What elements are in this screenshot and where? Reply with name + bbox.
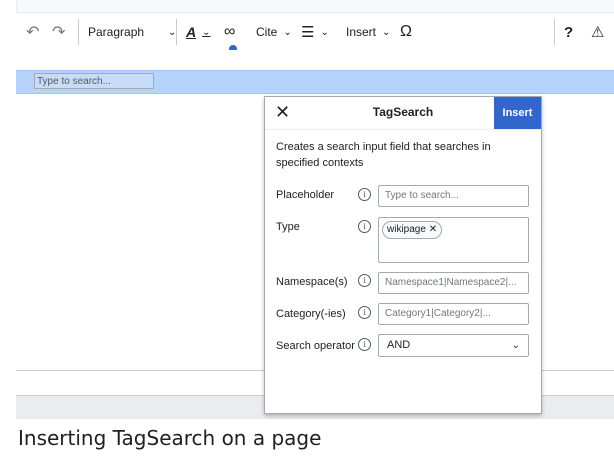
paragraph-dropdown[interactable]: Paragraph ⌄ (88, 13, 176, 51)
insert-label: Insert (346, 25, 377, 39)
chevron-down-icon: ⌄ (511, 340, 520, 351)
info-icon[interactable]: i (358, 220, 371, 233)
namespace-label: Namespace(s) (276, 276, 348, 288)
toolbar-divider (78, 19, 79, 45)
text-style-dropdown[interactable]: A ⌄ (186, 13, 211, 51)
selected-tagsearch-node[interactable]: Type to search... (16, 70, 614, 94)
type-tag[interactable]: wikipage ✕ (382, 221, 443, 239)
dialog-description: Creates a search input field that search… (276, 141, 491, 169)
category-label: Category(-ies) (276, 308, 346, 320)
insert-button[interactable]: Insert (494, 97, 541, 129)
help-icon[interactable]: ? (564, 13, 573, 51)
special-character-icon[interactable]: Ω (400, 13, 412, 51)
figure-caption: Inserting TagSearch on a page (18, 426, 322, 450)
paragraph-label: Paragraph (88, 25, 145, 39)
inline-search-input-preview: Type to search... (34, 73, 154, 89)
placeholder-field[interactable]: Type to search... (378, 185, 529, 207)
chevron-down-icon: ⌄ (382, 26, 391, 38)
editor-toolbar: ↶ ↷ Paragraph ⌄ A ⌄ ∞ Cite ⌄ ☰ ⌄ Insert … (16, 12, 614, 52)
undo-icon[interactable]: ↶ (26, 13, 39, 51)
insert-dropdown[interactable]: Insert ⌄ (346, 13, 390, 51)
list-icon: ☰ (301, 24, 315, 41)
operator-value: AND (387, 339, 411, 351)
list-dropdown[interactable]: ☰ ⌄ (301, 13, 329, 51)
chevron-down-icon: ⌄ (320, 26, 329, 38)
text-style-icon: A (186, 24, 197, 40)
type-label: Type (276, 221, 300, 233)
toolbar-divider (176, 19, 177, 45)
category-field[interactable]: Category1|Category2|... (378, 303, 529, 325)
redo-icon[interactable]: ↷ (52, 13, 65, 51)
info-icon[interactable]: i (358, 274, 371, 287)
type-field[interactable]: wikipage ✕ (378, 217, 529, 263)
toolbar-divider (554, 19, 555, 45)
operator-label: Search operator (276, 340, 355, 352)
placeholder-label: Placeholder (276, 189, 335, 201)
notice-icon[interactable]: ⚠ (591, 13, 604, 51)
chevron-down-icon: ⌄ (283, 26, 292, 38)
tagsearch-dialog: ✕ TagSearch Insert Creates a search inpu… (264, 96, 542, 414)
cite-label: Cite (256, 25, 278, 39)
chevron-down-icon: ⌄ (202, 26, 211, 38)
dialog-header: ✕ TagSearch Insert (265, 97, 541, 130)
info-icon[interactable]: i (358, 188, 371, 201)
remove-tag-icon[interactable]: ✕ (429, 224, 437, 235)
info-icon[interactable]: i (358, 306, 371, 319)
info-icon[interactable]: i (358, 338, 371, 351)
type-tag-label: wikipage (387, 224, 426, 235)
operator-select[interactable]: AND ⌄ (378, 334, 529, 357)
namespace-field[interactable]: Namespace1|Namespace2|... (378, 272, 529, 294)
cite-dropdown[interactable]: Cite ⌄ (256, 13, 292, 51)
